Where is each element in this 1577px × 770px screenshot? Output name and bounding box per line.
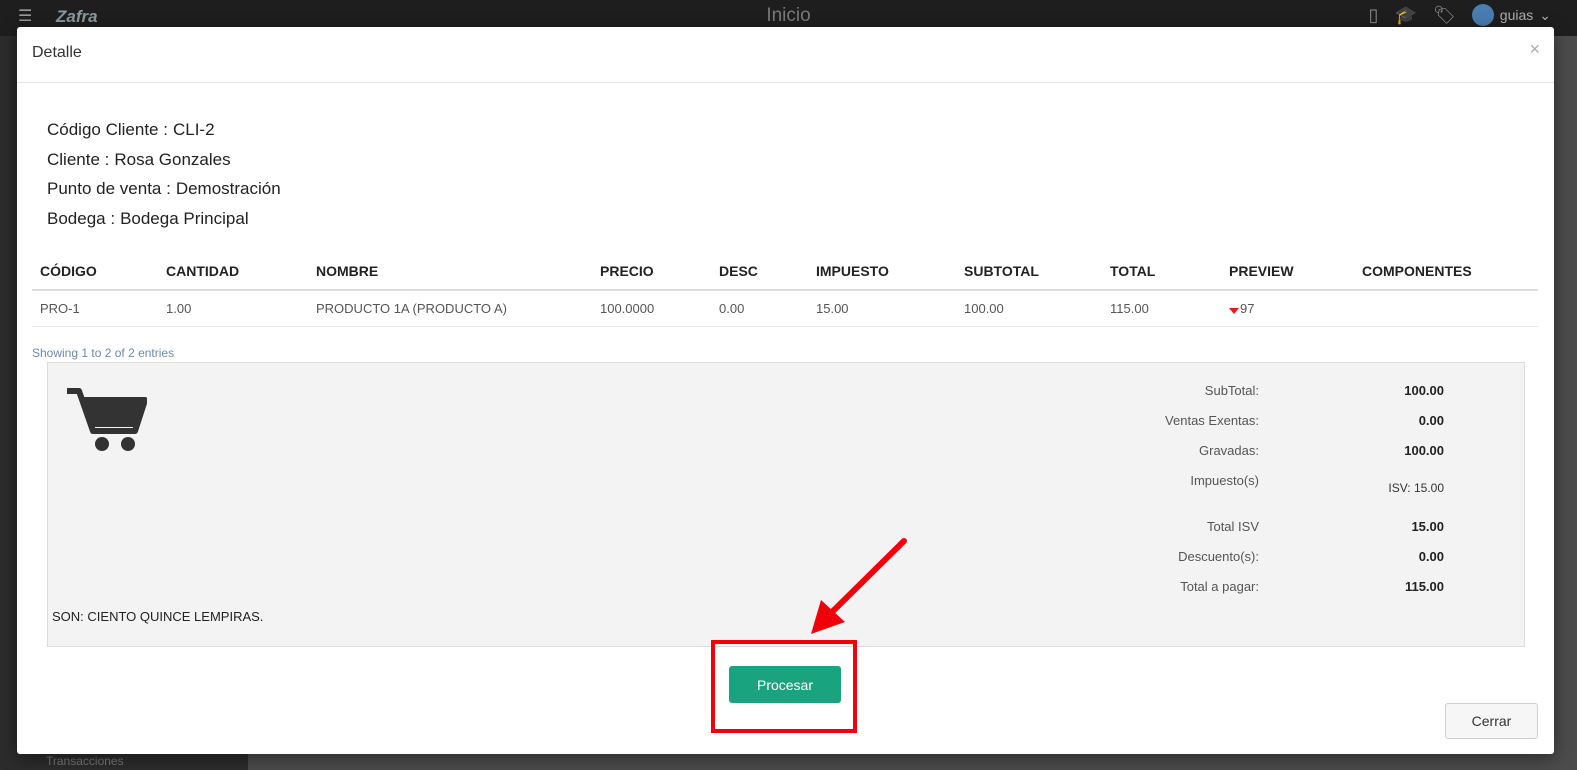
cell-codigo: PRO-1: [32, 290, 158, 327]
info-value: CLI-2: [172, 120, 215, 139]
info-label: Código Cliente :: [47, 120, 168, 139]
summary-label: Total a pagar:: [1180, 579, 1259, 594]
procesar-button[interactable]: Procesar: [729, 666, 841, 703]
client-info: Código Cliente : CLI-2 Cliente : Rosa Go…: [47, 115, 281, 233]
summary-value: ISV: 15.00: [1388, 481, 1444, 495]
preview-value: 97: [1240, 301, 1255, 316]
amount-in-words: SON: CIENTO QUINCE LEMPIRAS.: [52, 609, 264, 624]
graduation-cap-icon[interactable]: 🎓: [1395, 5, 1417, 26]
summary-value: 100.00: [1404, 383, 1444, 398]
user-menu[interactable]: guias ⌄: [1471, 4, 1551, 26]
col-header-impuesto[interactable]: IMPUESTO: [808, 257, 956, 291]
table-row: PRO-1 1.00 PRODUCTO 1A (PRODUCTO A) 100.…: [32, 290, 1538, 327]
phone-icon[interactable]: ▯: [1369, 5, 1379, 26]
col-header-desc[interactable]: DESC: [711, 257, 808, 291]
summary-value: 100.00: [1404, 443, 1444, 458]
table-info: Showing 1 to 2 of 2 entries: [32, 346, 175, 360]
cell-desc: 0.00: [711, 290, 808, 327]
preview-toggle[interactable]: 97: [1229, 301, 1346, 316]
user-avatar-icon: [1471, 4, 1494, 26]
info-bodega: Bodega : Bodega Principal: [47, 204, 281, 234]
col-header-precio[interactable]: PRECIO: [592, 257, 711, 291]
summary-label: Impuesto(s): [1190, 473, 1259, 488]
cell-impuesto: 15.00: [808, 290, 956, 327]
table-header-row: CÓDIGO CANTIDAD NOMBRE PRECIO DESC IMPUE…: [32, 257, 1538, 291]
cell-preview[interactable]: 97: [1221, 290, 1354, 327]
col-header-cantidad[interactable]: CANTIDAD: [158, 257, 308, 291]
summary-panel: SubTotal: 100.00 Ventas Exentas: 0.00 Gr…: [47, 362, 1525, 647]
info-value: Bodega Principal: [120, 208, 249, 228]
cell-precio: 100.0000: [592, 290, 711, 327]
summary-label: SubTotal:: [1204, 383, 1259, 398]
app-title: Inicio: [766, 5, 811, 26]
summary-value: 0.00: [1418, 549, 1444, 564]
info-label: Bodega :: [47, 208, 116, 228]
chevron-down-icon: ⌄: [1539, 6, 1551, 23]
cell-total: 115.00: [1102, 290, 1221, 327]
col-header-componentes[interactable]: COMPONENTES: [1354, 257, 1538, 291]
info-label: Punto de venta :: [47, 179, 171, 198]
app-top-icons: ▯ 🎓 🏷 guias ⌄: [1369, 4, 1551, 26]
tags-icon[interactable]: 🏷: [1433, 5, 1456, 26]
info-value: Rosa Gonzales: [114, 149, 231, 169]
summary-label: Descuento(s):: [1178, 549, 1259, 564]
cell-nombre: PRODUCTO 1A (PRODUCTO A): [308, 290, 592, 327]
summary-value: 115.00: [1404, 579, 1444, 594]
col-header-codigo[interactable]: CÓDIGO: [32, 257, 158, 291]
col-header-subtotal[interactable]: SUBTOTAL: [956, 257, 1102, 291]
caret-down-icon: [1229, 307, 1239, 314]
info-cliente: Cliente : Rosa Gonzales: [47, 145, 281, 175]
modal-header: Detalle ×: [17, 27, 1554, 83]
cell-cantidad: 1.00: [158, 290, 308, 327]
info-codigo-cliente: Código Cliente : CLI-2: [47, 115, 281, 145]
cell-componentes: [1354, 290, 1538, 327]
col-header-preview[interactable]: PREVIEW: [1221, 257, 1354, 291]
summary-label: Ventas Exentas:: [1165, 413, 1259, 428]
summary-label: Total ISV: [1206, 519, 1259, 534]
col-header-total[interactable]: TOTAL: [1102, 257, 1221, 291]
shopping-cart-icon: [67, 388, 147, 451]
info-punto-venta: Punto de venta : Demostración: [47, 174, 281, 204]
info-value: Demostración: [175, 179, 281, 198]
modal-title: Detalle: [32, 44, 82, 61]
close-icon[interactable]: ×: [1529, 39, 1540, 60]
user-name: guias: [1499, 7, 1534, 23]
summary-value: 15.00: [1411, 519, 1444, 534]
summary-label: Gravadas:: [1199, 443, 1259, 458]
cell-subtotal: 100.00: [956, 290, 1102, 327]
summary-value: 0.00: [1418, 413, 1444, 428]
col-header-nombre[interactable]: NOMBRE: [308, 257, 592, 291]
sidebar-item-transacciones[interactable]: Transacciones: [46, 754, 124, 768]
cerrar-button[interactable]: Cerrar: [1445, 703, 1538, 739]
items-table: CÓDIGO CANTIDAD NOMBRE PRECIO DESC IMPUE…: [32, 257, 1538, 327]
info-label: Cliente :: [47, 149, 110, 169]
detail-modal: Detalle × Código Cliente : CLI-2 Cliente…: [17, 27, 1554, 754]
